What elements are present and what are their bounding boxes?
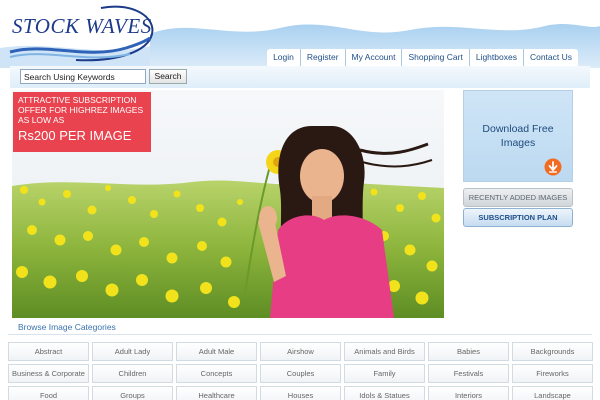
category-animals-and-birds[interactable]: Animals and Birds (344, 342, 425, 361)
nav-lightboxes[interactable]: Lightboxes (468, 49, 523, 66)
promo-price: Rs200 PER IMAGE (18, 128, 132, 143)
recently-added-images-button[interactable]: RECENTLY ADDED IMAGES (463, 188, 573, 207)
category-adult-male[interactable]: Adult Male (176, 342, 257, 361)
category-abstract[interactable]: Abstract (8, 342, 89, 361)
promo-line-1: ATTRACTIVE SUBSCRIPTION (18, 95, 137, 105)
category-children[interactable]: Children (92, 364, 173, 383)
download-arrow-icon (544, 158, 562, 176)
category-family[interactable]: Family (344, 364, 425, 383)
category-airshow[interactable]: Airshow (260, 342, 341, 361)
category-landscape[interactable]: Landscape (512, 386, 593, 400)
search-button[interactable]: Search (149, 69, 187, 84)
category-business-corporate[interactable]: Business & Corporate (8, 364, 89, 383)
download-line-2: Images (500, 137, 536, 149)
nav-contact-us[interactable]: Contact Us (522, 49, 578, 66)
category-concepts[interactable]: Concepts (176, 364, 257, 383)
promo-line-3: AS LOW AS (18, 115, 65, 125)
category-interiors[interactable]: Interiors (428, 386, 509, 400)
category-couples[interactable]: Couples (260, 364, 341, 383)
nav-register[interactable]: Register (299, 49, 345, 66)
search-bar: Search (10, 66, 590, 88)
logo[interactable]: STOCK WAVES (12, 14, 152, 39)
category-houses[interactable]: Houses (260, 386, 341, 400)
logo-text: STOCK WAVES (12, 14, 152, 38)
promo-line-2: OFFER FOR HIGHREZ IMAGES (18, 105, 144, 115)
categories-grid: Abstract Adult Lady Adult Male Airshow A… (8, 342, 593, 400)
subscription-plan-button[interactable]: SUBSCRIPTION PLAN (463, 208, 573, 227)
header: STOCK WAVES Login Register My Account Sh… (0, 0, 600, 68)
category-adult-lady[interactable]: Adult Lady (92, 342, 173, 361)
category-food[interactable]: Food (8, 386, 89, 400)
category-idols-statues[interactable]: Idols & Statues (344, 386, 425, 400)
categories-divider (8, 334, 592, 335)
promo-banner[interactable]: ATTRACTIVE SUBSCRIPTION OFFER FOR HIGHRE… (13, 92, 151, 152)
download-free-label: Download Free Images (464, 122, 572, 150)
category-festivals[interactable]: Festivals (428, 364, 509, 383)
download-free-images-box[interactable]: Download Free Images (463, 90, 573, 182)
hero-banner[interactable]: ATTRACTIVE SUBSCRIPTION OFFER FOR HIGHRE… (12, 90, 444, 318)
category-groups[interactable]: Groups (92, 386, 173, 400)
top-nav: Login Register My Account Shopping Cart … (267, 49, 578, 66)
nav-shopping-cart[interactable]: Shopping Cart (401, 49, 468, 66)
categories-title: Browse Image Categories (18, 322, 116, 332)
category-backgrounds[interactable]: Backgrounds (512, 342, 593, 361)
category-fireworks[interactable]: Fireworks (512, 364, 593, 383)
nav-login[interactable]: Login (267, 49, 300, 66)
nav-my-account[interactable]: My Account (344, 49, 402, 66)
category-healthcare[interactable]: Healthcare (176, 386, 257, 400)
download-line-1: Download Free (482, 123, 554, 135)
page: STOCK WAVES Login Register My Account Sh… (0, 0, 600, 400)
search-input[interactable] (20, 69, 146, 84)
category-babies[interactable]: Babies (428, 342, 509, 361)
